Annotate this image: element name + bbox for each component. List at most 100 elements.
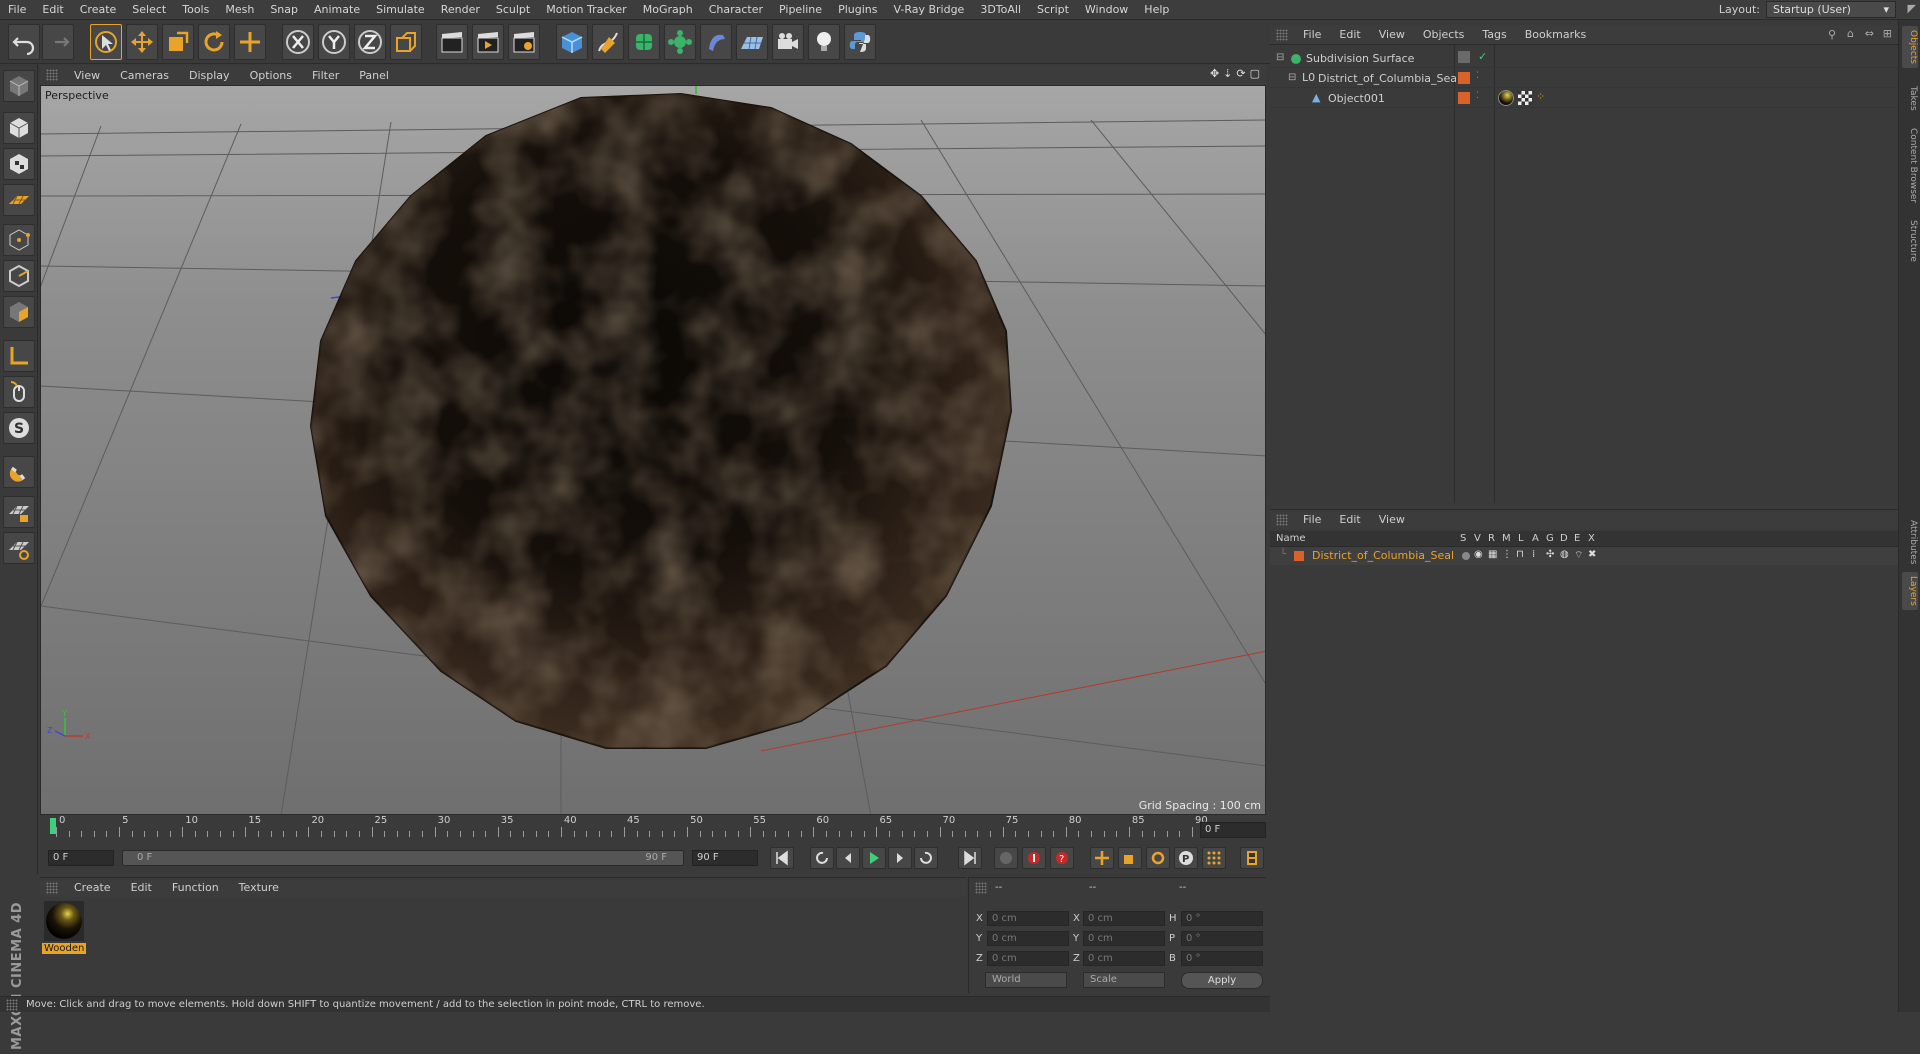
menu-snap[interactable]: Snap <box>262 3 306 16</box>
light-button[interactable] <box>808 24 840 60</box>
material-menu-function[interactable]: Function <box>162 881 229 894</box>
redo-button[interactable] <box>42 24 74 60</box>
workplane-button[interactable] <box>3 184 35 216</box>
lm-menu-edit[interactable]: Edit <box>1330 513 1369 526</box>
animation-icon[interactable]: ⁞ <box>1532 549 1535 560</box>
visibility-dots-icon[interactable]: ⁚ <box>1476 71 1479 81</box>
scale-tool-button[interactable] <box>162 24 194 60</box>
menu-pipeline[interactable]: Pipeline <box>771 3 830 16</box>
previous-frame-button[interactable] <box>836 847 860 869</box>
menu-animate[interactable]: Animate <box>306 3 368 16</box>
search-icon[interactable]: ⚲ <box>1828 28 1836 41</box>
texture-mode-button[interactable] <box>3 148 35 180</box>
col-expressions[interactable]: E <box>1574 533 1580 544</box>
layer-color-swatch[interactable] <box>1294 551 1304 561</box>
x-axis-button[interactable] <box>282 24 314 60</box>
viewport-menu-options[interactable]: Options <box>240 69 302 82</box>
tab-content-browser[interactable]: Content Browser <box>1902 124 1918 207</box>
tree-row-district-seal[interactable]: ⊟ L0 District_of_Columbia_Seal ⁚ <box>1270 69 1898 88</box>
menu-render[interactable]: Render <box>433 3 488 16</box>
autokey-button[interactable] <box>1022 847 1046 869</box>
current-frame-field[interactable]: 0 F <box>1200 822 1266 838</box>
menu-create[interactable]: Create <box>72 3 125 16</box>
y-axis-button[interactable] <box>318 24 350 60</box>
panel-grip-icon[interactable] <box>975 882 987 894</box>
rotate-tool-button[interactable] <box>198 24 230 60</box>
om-menu-edit[interactable]: Edit <box>1330 28 1369 41</box>
python-button[interactable] <box>844 24 876 60</box>
menu-window[interactable]: Window <box>1077 3 1136 16</box>
menu-sculpt[interactable]: Sculpt <box>488 3 538 16</box>
size-y-field[interactable]: 0 cm <box>1083 931 1165 946</box>
viewport-menu-view[interactable]: View <box>64 69 110 82</box>
size-mode-dropdown[interactable]: Scale <box>1083 972 1165 988</box>
panel-grip-icon[interactable] <box>46 882 58 894</box>
xref-icon[interactable]: ✖ <box>1588 549 1596 560</box>
material-menu-texture[interactable]: Texture <box>229 881 289 894</box>
tree-row-subdivision-surface[interactable]: ⊟ Subdivision Surface ✓ <box>1270 49 1898 68</box>
menu-script[interactable]: Script <box>1029 3 1077 16</box>
camera-button[interactable] <box>772 24 804 60</box>
col-render[interactable]: R <box>1488 533 1495 544</box>
key-position-button[interactable] <box>1090 847 1114 869</box>
rot-b-field[interactable]: 0 ° <box>1181 951 1263 966</box>
material-item[interactable]: Wooden <box>42 901 86 954</box>
pos-x-field[interactable]: 0 cm <box>987 911 1069 926</box>
phong-tag-icon[interactable]: ⁘ <box>1536 90 1545 103</box>
layer-color-swatch[interactable] <box>1458 72 1470 84</box>
subdivision-surface-button[interactable] <box>628 24 660 60</box>
end-frame-field[interactable]: 90 F <box>692 850 758 866</box>
col-manager[interactable]: M <box>1502 533 1511 544</box>
undo-button[interactable] <box>8 24 40 60</box>
lock-icon[interactable]: ⊓ <box>1516 549 1524 560</box>
render-settings-button[interactable] <box>508 24 540 60</box>
visibility-dots-icon[interactable]: ⁚ <box>1476 91 1479 101</box>
menu-motion-tracker[interactable]: Motion Tracker <box>538 3 634 16</box>
coordinate-system-button[interactable] <box>390 24 422 60</box>
layout-dropdown[interactable]: Startup (User) ▾ <box>1766 1 1896 18</box>
menu-edit[interactable]: Edit <box>34 3 71 16</box>
col-generators[interactable]: G <box>1546 533 1554 544</box>
lm-menu-file[interactable]: File <box>1294 513 1330 526</box>
tab-attributes[interactable]: Attributes <box>1902 516 1918 568</box>
visibility-dots-icon[interactable] <box>1458 51 1470 63</box>
layer-color-swatch[interactable] <box>1458 92 1470 104</box>
polygons-mode-button[interactable] <box>3 296 35 328</box>
pos-z-field[interactable]: 0 cm <box>987 951 1069 966</box>
col-name[interactable]: Name <box>1276 533 1306 544</box>
panel-options-icon[interactable]: ⇔ <box>1865 27 1874 40</box>
col-view[interactable]: V <box>1474 533 1481 544</box>
next-key-button[interactable] <box>914 847 938 869</box>
material-tag-icon[interactable] <box>1498 90 1514 106</box>
panel-grip-icon[interactable] <box>1276 514 1288 526</box>
menu-mesh[interactable]: Mesh <box>217 3 262 16</box>
solo-dot-icon[interactable] <box>1462 552 1470 560</box>
expression-icon[interactable]: ⌔ <box>1574 549 1583 562</box>
quantize-button[interactable] <box>3 532 35 564</box>
manager-icon[interactable]: ⋮ <box>1502 549 1512 560</box>
transform-tool-button[interactable] <box>234 24 266 60</box>
menu-character[interactable]: Character <box>701 3 771 16</box>
collapse-icon[interactable]: ⊟ <box>1276 52 1284 63</box>
om-menu-file[interactable]: File <box>1294 28 1330 41</box>
keyframe-selection-button[interactable]: ? <box>1050 847 1074 869</box>
make-editable-button[interactable] <box>3 70 35 102</box>
rot-p-field[interactable]: 0 ° <box>1181 931 1263 946</box>
view-eye-icon[interactable]: ◉ <box>1474 549 1483 560</box>
om-menu-view[interactable]: View <box>1370 28 1414 41</box>
move-tool-button[interactable] <box>126 24 158 60</box>
playhead[interactable] <box>50 818 56 834</box>
timeline-ruler[interactable]: 0 5 10 15 20 25 30 35 40 45 50 55 60 65 70 75 80 85 90 <box>40 815 1266 841</box>
snap-button[interactable]: S <box>3 412 35 444</box>
floor-button[interactable] <box>736 24 768 60</box>
menu-select[interactable]: Select <box>124 3 174 16</box>
col-locked[interactable]: L <box>1518 533 1524 544</box>
render-clapper-icon[interactable]: ▦ <box>1488 549 1497 560</box>
render-view-button[interactable] <box>436 24 468 60</box>
size-x-field[interactable]: 0 cm <box>1083 911 1165 926</box>
go-to-start-button[interactable] <box>770 847 794 869</box>
generator-icon[interactable]: ✣ <box>1546 549 1554 560</box>
menu-help[interactable]: Help <box>1136 3 1177 16</box>
viewport-menu-display[interactable]: Display <box>179 69 240 82</box>
viewport-menu-filter[interactable]: Filter <box>302 69 349 82</box>
